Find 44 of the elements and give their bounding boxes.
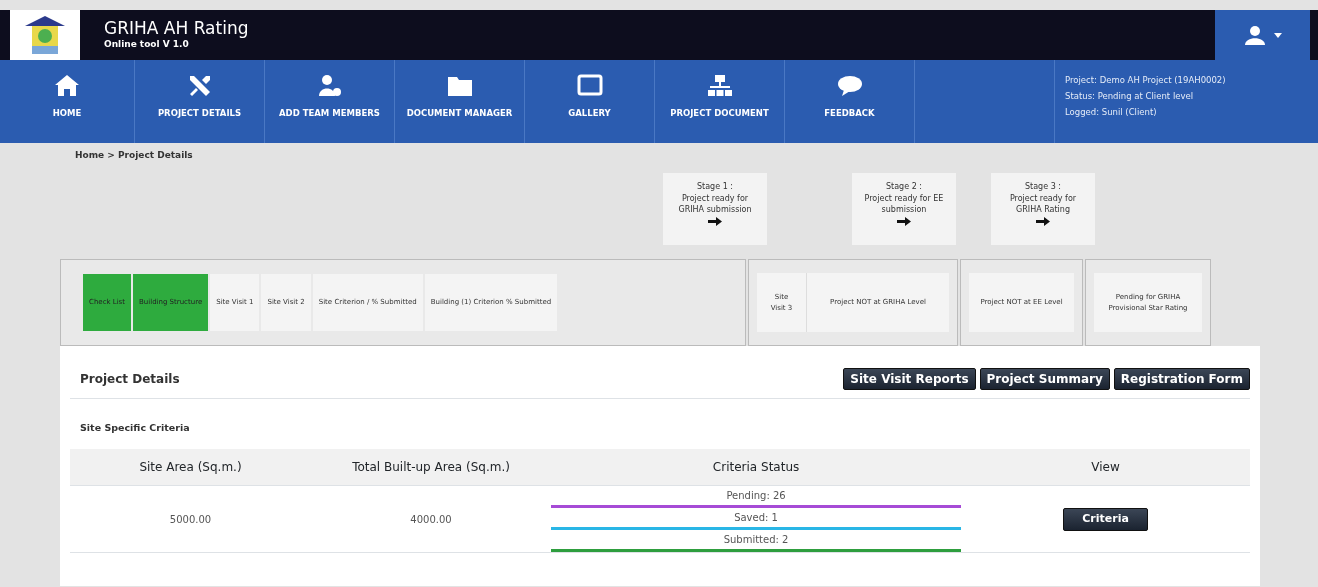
column-header: Site Area (Sq.m.)	[70, 449, 311, 486]
app-title: GRIHA AH Rating	[104, 18, 249, 38]
criteria-button[interactable]: Criteria	[1063, 508, 1148, 531]
arrow-right-icon	[897, 216, 911, 226]
caret-icon	[1273, 32, 1282, 38]
arrow-right-icon	[1036, 216, 1050, 226]
stage-text: Project ready for GRIHA submission	[677, 192, 753, 216]
nav-item[interactable]: ADD TEAM MEMBERS	[265, 60, 395, 143]
status-label: Saved: 1	[551, 508, 962, 531]
stage-title: Stage 3 :	[1024, 181, 1062, 193]
action-button[interactable]: Project Summary	[979, 368, 1110, 390]
section-title: Site Specific Criteria	[79, 421, 191, 435]
project-info-text: Project: Demo AH Project (19AH0002)	[1065, 74, 1226, 87]
table-cell: 4000.00	[311, 485, 551, 553]
status-label: Submitted: 2	[551, 530, 962, 553]
action-button[interactable]: Site Visit Reports	[843, 368, 976, 390]
breadcrumb[interactable]: Home > Project Details	[75, 150, 193, 160]
app-subtitle: Online tool V 1.0	[104, 37, 190, 51]
user-menu-button[interactable]	[1215, 10, 1310, 60]
nav-item[interactable]: HOME	[0, 60, 135, 143]
sitemap-icon	[705, 72, 734, 99]
logo-icon	[23, 14, 67, 56]
table-cell: 5000.00	[70, 485, 311, 553]
nav-item[interactable]: FEEDBACK	[785, 60, 915, 143]
home-icon	[53, 72, 81, 99]
nav-item[interactable]: GALLERY	[525, 60, 655, 143]
stage-text: Project ready for EE submission	[863, 192, 945, 216]
action-button[interactable]: Registration Form	[1113, 368, 1250, 390]
arrow-right-icon	[708, 216, 722, 226]
column-header: Criteria Status	[551, 449, 962, 486]
stage-title: Stage 1 :	[696, 181, 734, 193]
nav-item[interactable]: DOCUMENT MANAGER	[395, 60, 525, 143]
user-icon	[1243, 25, 1266, 45]
nav-item[interactable]: PROJECT DETAILS	[135, 60, 265, 143]
column-header: Total Built-up Area (Sq.m.)	[311, 449, 551, 486]
column-header: View	[961, 449, 1250, 486]
stage-title: Stage 2 :	[885, 181, 923, 193]
project-info-text: Logged: Sunil (Client)	[1065, 106, 1158, 120]
panel-title: Project Details	[80, 371, 180, 388]
stage-text: Project ready for GRIHA Rating	[1008, 192, 1078, 216]
project-info-text: Status: Pending at Client level	[1065, 90, 1195, 104]
nav-item[interactable]: PROJECT DOCUMENT	[655, 60, 785, 143]
monitor-icon	[575, 72, 604, 99]
status-label: Pending: 26	[551, 486, 962, 509]
